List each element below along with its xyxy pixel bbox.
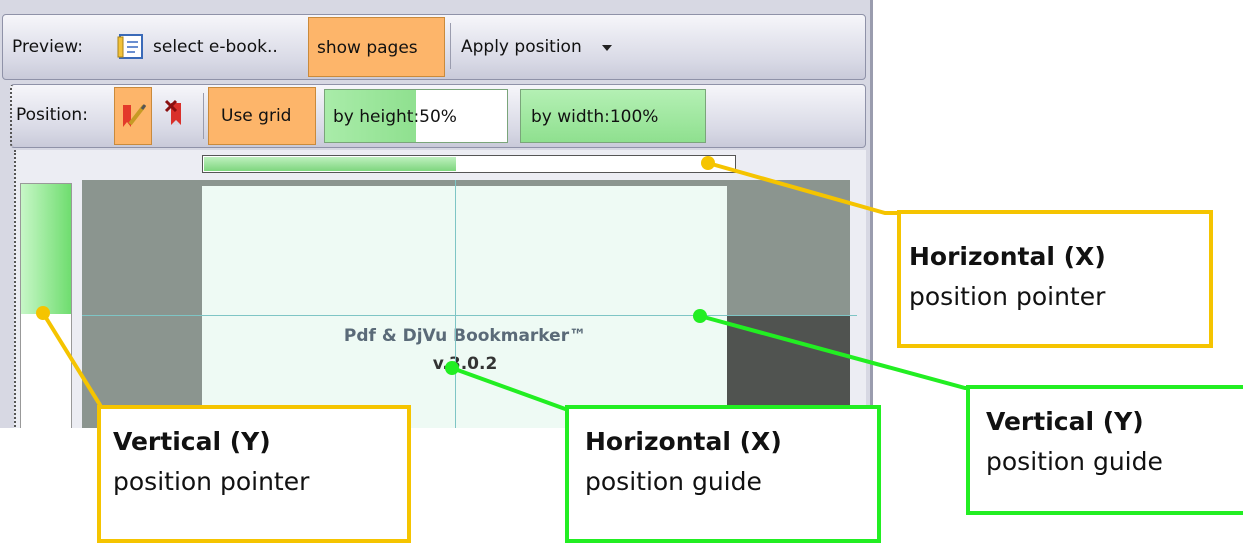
callout-vertical-pointer: Vertical (Y) position pointer xyxy=(97,405,411,543)
callout-horizontal-pointer: Horizontal (X) position pointer xyxy=(897,210,1213,348)
horizontal-guide-marker xyxy=(445,361,459,375)
callout-title: Horizontal (X) xyxy=(909,242,1106,271)
callout-subtitle: position pointer xyxy=(909,282,1106,311)
callout-title: Horizontal (X) xyxy=(585,427,782,456)
vertical-pointer-marker xyxy=(36,306,50,320)
vertical-guide-marker xyxy=(693,309,707,323)
horizontal-pointer-marker xyxy=(701,156,715,170)
callout-subtitle: position guide xyxy=(585,467,762,496)
callout-vertical-guide: Vertical (Y) position guide xyxy=(966,385,1243,515)
callout-subtitle: position guide xyxy=(986,447,1163,476)
callout-subtitle: position pointer xyxy=(113,467,310,496)
callout-title: Vertical (Y) xyxy=(113,427,271,456)
callout-title: Vertical (Y) xyxy=(986,407,1144,436)
callout-horizontal-guide: Horizontal (X) position guide xyxy=(565,405,881,543)
